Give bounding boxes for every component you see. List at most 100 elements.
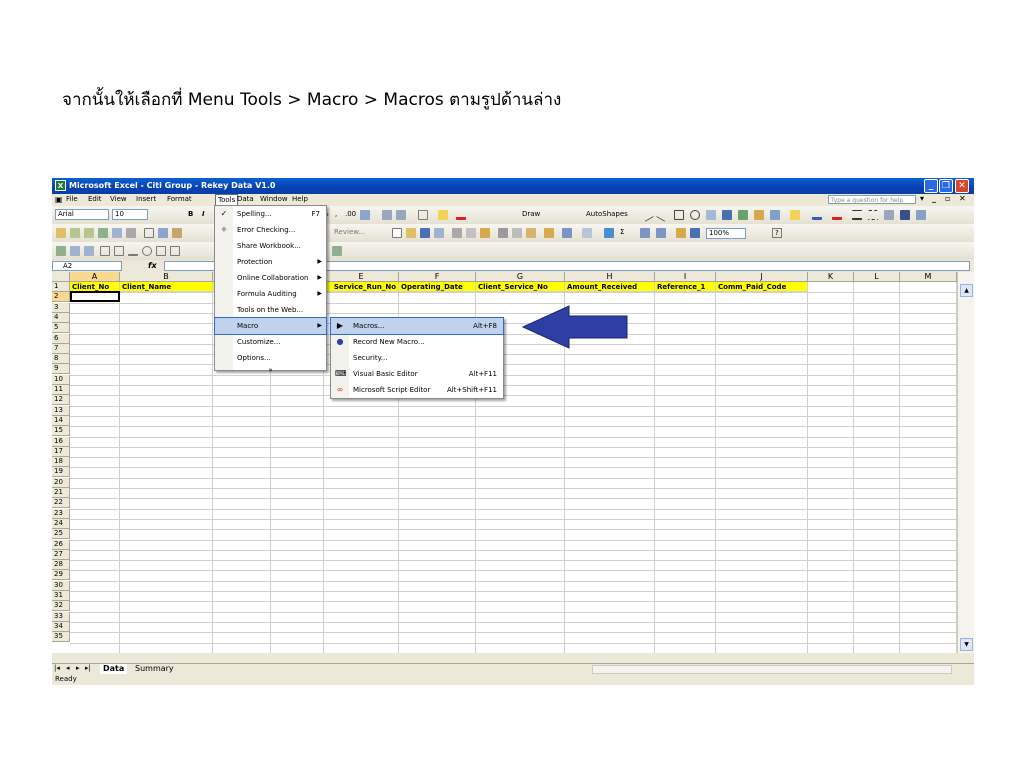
next-sheet-icon[interactable]: ▸	[76, 664, 80, 672]
header-cell-client-service-no[interactable]: Client_Service_No	[476, 282, 565, 292]
menu-item-options[interactable]: Options...	[215, 350, 326, 366]
row-header[interactable]: 20	[52, 477, 70, 488]
active-cell-a2[interactable]	[70, 291, 120, 302]
help-button[interactable]: ?	[772, 228, 782, 238]
worksheet-grid[interactable]: A B C D E F G H I J K L M Client_No Clie…	[52, 272, 974, 653]
first-sheet-icon[interactable]: |◂	[54, 664, 60, 672]
sort-ascending-icon[interactable]	[640, 228, 650, 238]
draw-menu[interactable]: Draw	[522, 210, 540, 218]
scroll-up-icon[interactable]: ▲	[960, 284, 973, 297]
autoshapes-menu[interactable]: AutoShapes	[586, 210, 628, 218]
row-header[interactable]: 31	[52, 591, 70, 601]
bold-button[interactable]: B	[188, 210, 193, 218]
doc-icon[interactable]: ▣	[55, 195, 63, 204]
chart-type-icon[interactable]	[332, 246, 342, 256]
save-icon[interactable]	[420, 228, 430, 238]
combobox-icon[interactable]	[170, 246, 180, 256]
chart-wizard-small-icon[interactable]	[56, 246, 66, 256]
scroll-down-icon[interactable]: ▼	[960, 638, 973, 651]
row-header[interactable]: 15	[52, 426, 70, 437]
row-header[interactable]: 22	[52, 498, 70, 509]
menu-item-share-workbook[interactable]: Share Workbook...	[215, 238, 326, 254]
column-header-b[interactable]: B	[120, 272, 213, 282]
rectangle-icon[interactable]	[674, 210, 684, 220]
menu-expand-chevron-icon[interactable]: »	[215, 366, 326, 376]
column-header-a[interactable]: A	[70, 272, 120, 282]
help-search-input[interactable]: Type a question for help	[828, 195, 916, 204]
menu-item-protection[interactable]: Protection ▶	[215, 254, 326, 270]
row-header[interactable]: 17	[52, 446, 70, 457]
hyperlink-icon[interactable]	[604, 228, 614, 238]
header-cell-amount-received[interactable]: Amount_Received	[565, 282, 655, 292]
paste-icon[interactable]	[526, 228, 536, 238]
increase-decimal-button[interactable]: .00	[345, 210, 356, 218]
row-header[interactable]: 12	[52, 395, 70, 406]
row-header[interactable]: 10	[52, 374, 70, 385]
column-header-m[interactable]: M	[900, 272, 957, 282]
spelling-toolbar-icon[interactable]	[480, 228, 490, 238]
shadow-style-icon[interactable]	[900, 210, 910, 220]
header-cell-comm-paid-code[interactable]: Comm_Paid_Code	[716, 282, 808, 292]
tab-summary[interactable]: Summary	[132, 664, 177, 674]
fill-color-icon[interactable]	[438, 210, 448, 220]
redo-icon[interactable]	[582, 228, 592, 238]
groupbox-icon[interactable]	[128, 246, 138, 256]
select-all-corner[interactable]	[52, 272, 70, 282]
row-header[interactable]: 6	[52, 333, 70, 344]
checkbox-icon[interactable]	[144, 228, 154, 238]
row-header[interactable]: 33	[52, 611, 70, 622]
prev-sheet-icon[interactable]: ◂	[66, 664, 70, 672]
open-folder-icon[interactable]	[56, 228, 66, 238]
doc-minimize-button[interactable]: _	[932, 194, 936, 203]
row-header[interactable]: 14	[52, 415, 70, 426]
picture-icon[interactable]	[770, 210, 780, 220]
diagram-icon[interactable]	[738, 210, 748, 220]
font-size-select[interactable]: 10	[112, 209, 148, 220]
menu-item-security[interactable]: Security...	[331, 350, 503, 366]
chart-icon[interactable]	[98, 228, 108, 238]
menu-item-error-checking[interactable]: ✧ Error Checking...	[215, 222, 326, 238]
header-cell-client-name[interactable]: Client_Name	[120, 282, 213, 292]
row-header[interactable]: 9	[52, 364, 70, 375]
chart-wizard-icon[interactable]	[676, 228, 686, 238]
menu-item-record-new-macro[interactable]: ● Record New Macro...	[331, 334, 503, 350]
menu-view[interactable]: View	[110, 195, 127, 203]
folder-icon[interactable]	[70, 228, 80, 238]
clipart-icon[interactable]	[754, 210, 764, 220]
decrease-decimal-icon[interactable]	[360, 210, 370, 220]
vertical-scrollbar[interactable]: ▲ ▼	[957, 272, 974, 653]
open-icon[interactable]	[406, 228, 416, 238]
column-header-i[interactable]: I	[655, 272, 716, 282]
last-sheet-icon[interactable]: ▸|	[85, 664, 91, 672]
header-cell-reference-1[interactable]: Reference_1	[655, 282, 716, 292]
line-icon[interactable]	[640, 208, 654, 222]
menu-item-online-collaboration[interactable]: Online Collaboration ▶	[215, 270, 326, 286]
3d-style-icon[interactable]	[916, 210, 926, 220]
wordart-icon[interactable]	[722, 210, 732, 220]
close-button[interactable]: ✕	[955, 179, 969, 193]
menu-item-spelling[interactable]: ✓ Spelling... F7	[215, 206, 326, 222]
row-header[interactable]: 27	[52, 549, 70, 560]
row-header[interactable]: 30	[52, 580, 70, 591]
print-icon[interactable]	[126, 228, 136, 238]
menu-item-formula-auditing[interactable]: Formula Auditing ▶	[215, 286, 326, 302]
column-header-e[interactable]: E	[324, 272, 399, 282]
arrow-icon[interactable]	[656, 208, 670, 222]
row-header[interactable]: 18	[52, 457, 70, 468]
permission-icon[interactable]	[434, 228, 444, 238]
menu-item-macro[interactable]: Macro ▶	[214, 317, 327, 335]
textbox-icon[interactable]	[706, 210, 716, 220]
draw-font-color-icon[interactable]	[832, 210, 842, 220]
dash-style-icon[interactable]	[868, 210, 878, 220]
row-header[interactable]: 16	[52, 436, 70, 447]
column-header-f[interactable]: F	[399, 272, 476, 282]
row-header[interactable]: 34	[52, 621, 70, 632]
row-header[interactable]: 19	[52, 467, 70, 478]
row-header[interactable]: 8	[52, 354, 70, 365]
header-cell-operating-date[interactable]: Operating_Date	[399, 282, 476, 292]
doc-close-button[interactable]: ✕	[959, 194, 966, 203]
review-toolbar[interactable]: Review...	[334, 228, 365, 236]
help-dropdown-icon[interactable]: ▾	[920, 194, 924, 203]
row-header[interactable]: 2	[52, 292, 70, 303]
autosum-button[interactable]: Σ	[620, 228, 624, 236]
